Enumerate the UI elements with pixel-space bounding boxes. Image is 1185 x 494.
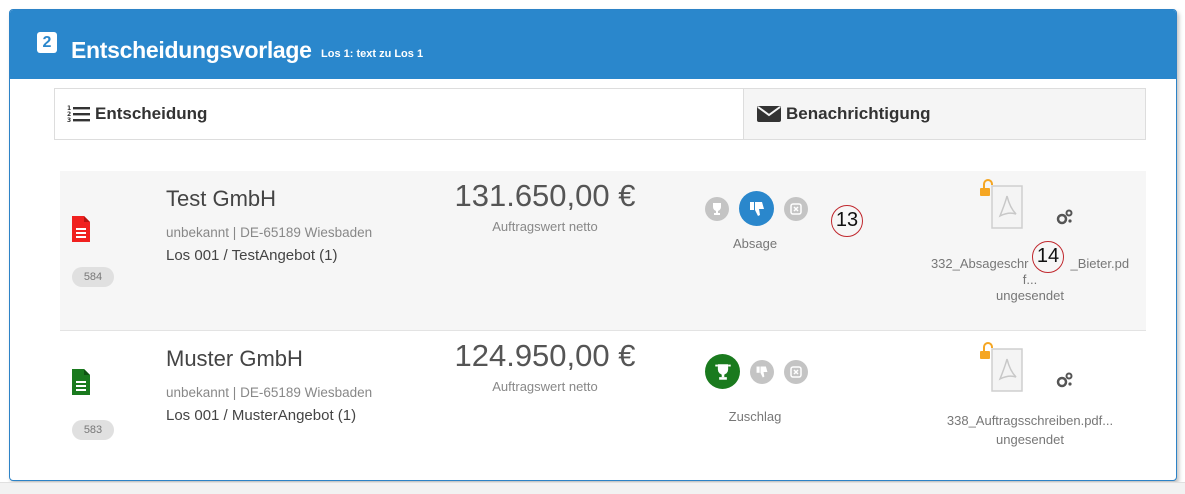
bidder-row: 584 Test GmbH unbekannt | DE-65189 Wiesb… [60,171,1146,331]
tab-bar: 1 2 3 Entscheidung Benachrichtigung [54,88,1146,140]
bid-number-badge: 584 [72,267,114,287]
decision-label: Zuschlag [728,409,782,424]
reject-button[interactable] [750,359,774,384]
close-box-icon [790,202,802,215]
company-name: Test GmbH [166,186,277,211]
company-address: unbekannt | DE-65189 Wiesbaden [166,385,373,400]
panel-title: Entscheidungsvorlage [71,37,312,63]
file-name-part: 332_Absageschr [930,256,1029,271]
decision-label: Absage [732,236,778,251]
company-name: Muster GmbH [166,346,303,371]
gears-icon[interactable] [1056,209,1074,225]
document-red-icon[interactable] [72,216,90,242]
document-green-icon[interactable] [72,369,90,395]
bid-number-badge: 583 [72,420,114,440]
order-amount-label: Auftragswert netto [492,219,598,234]
close-box-icon [790,365,802,378]
step-badge: 2 [37,32,57,53]
ordered-list-icon: 1 2 3 [67,105,90,124]
callout-marker: 13 [831,205,863,237]
panel-subtitle: Los 1: text zu Los 1 [321,48,424,60]
envelope-icon [757,106,781,122]
file-name[interactable]: 332_Absageschr _Bieter.pd f... [900,256,1160,288]
bidder-row: 583 Muster GmbH unbekannt | DE-65189 Wie… [60,331,1146,479]
order-amount-label: Auftragswert netto [492,379,598,394]
tab-benachrichtigung[interactable]: Benachrichtigung [744,89,1145,139]
file-status: ungesendet [996,432,1064,447]
order-amount: 124.950,00 € [454,338,636,373]
decision-buttons [705,191,818,226]
exclude-button[interactable] [784,359,808,384]
svg-text:3: 3 [67,117,71,124]
tab-benachrichtigung-label: Benachrichtigung [786,104,931,123]
order-amount: 131.650,00 € [454,178,636,213]
bidder-list: 584 Test GmbH unbekannt | DE-65189 Wiesb… [60,171,1146,479]
file-name[interactable]: 338_Auftragsschreiben.pdf... [900,413,1160,429]
reject-button[interactable] [739,191,774,226]
trophy-icon [714,363,731,380]
lot-offer: Los 001 / TestAngebot (1) [166,247,338,264]
exclude-button[interactable] [784,196,808,221]
file-status: ungesendet [996,288,1064,303]
panel-header: 2 Entscheidungsvorlage Los 1: text zu Lo… [10,10,1176,79]
thumbs-down-icon [756,366,768,377]
award-button[interactable] [705,354,740,389]
tab-entscheidung-label: Entscheidung [95,104,208,123]
decision-panel: 2 Entscheidungsvorlage Los 1: text zu Lo… [9,9,1177,481]
tab-entscheidung[interactable]: 1 2 3 Entscheidung [55,89,744,139]
award-button[interactable] [705,196,729,221]
decision-buttons [705,354,818,389]
page-footer-strip [0,482,1185,494]
thumbs-down-icon [749,201,764,216]
trophy-icon [713,202,721,215]
file-name-part: f... [1022,272,1038,287]
pdf-file-icon[interactable] [978,178,1026,232]
pdf-file-icon[interactable] [978,341,1026,395]
file-name-part: _Bieter.pd [1070,256,1130,271]
lot-offer: Los 001 / MusterAngebot (1) [166,407,357,424]
gears-icon[interactable] [1056,372,1074,388]
company-address: unbekannt | DE-65189 Wiesbaden [166,225,373,240]
